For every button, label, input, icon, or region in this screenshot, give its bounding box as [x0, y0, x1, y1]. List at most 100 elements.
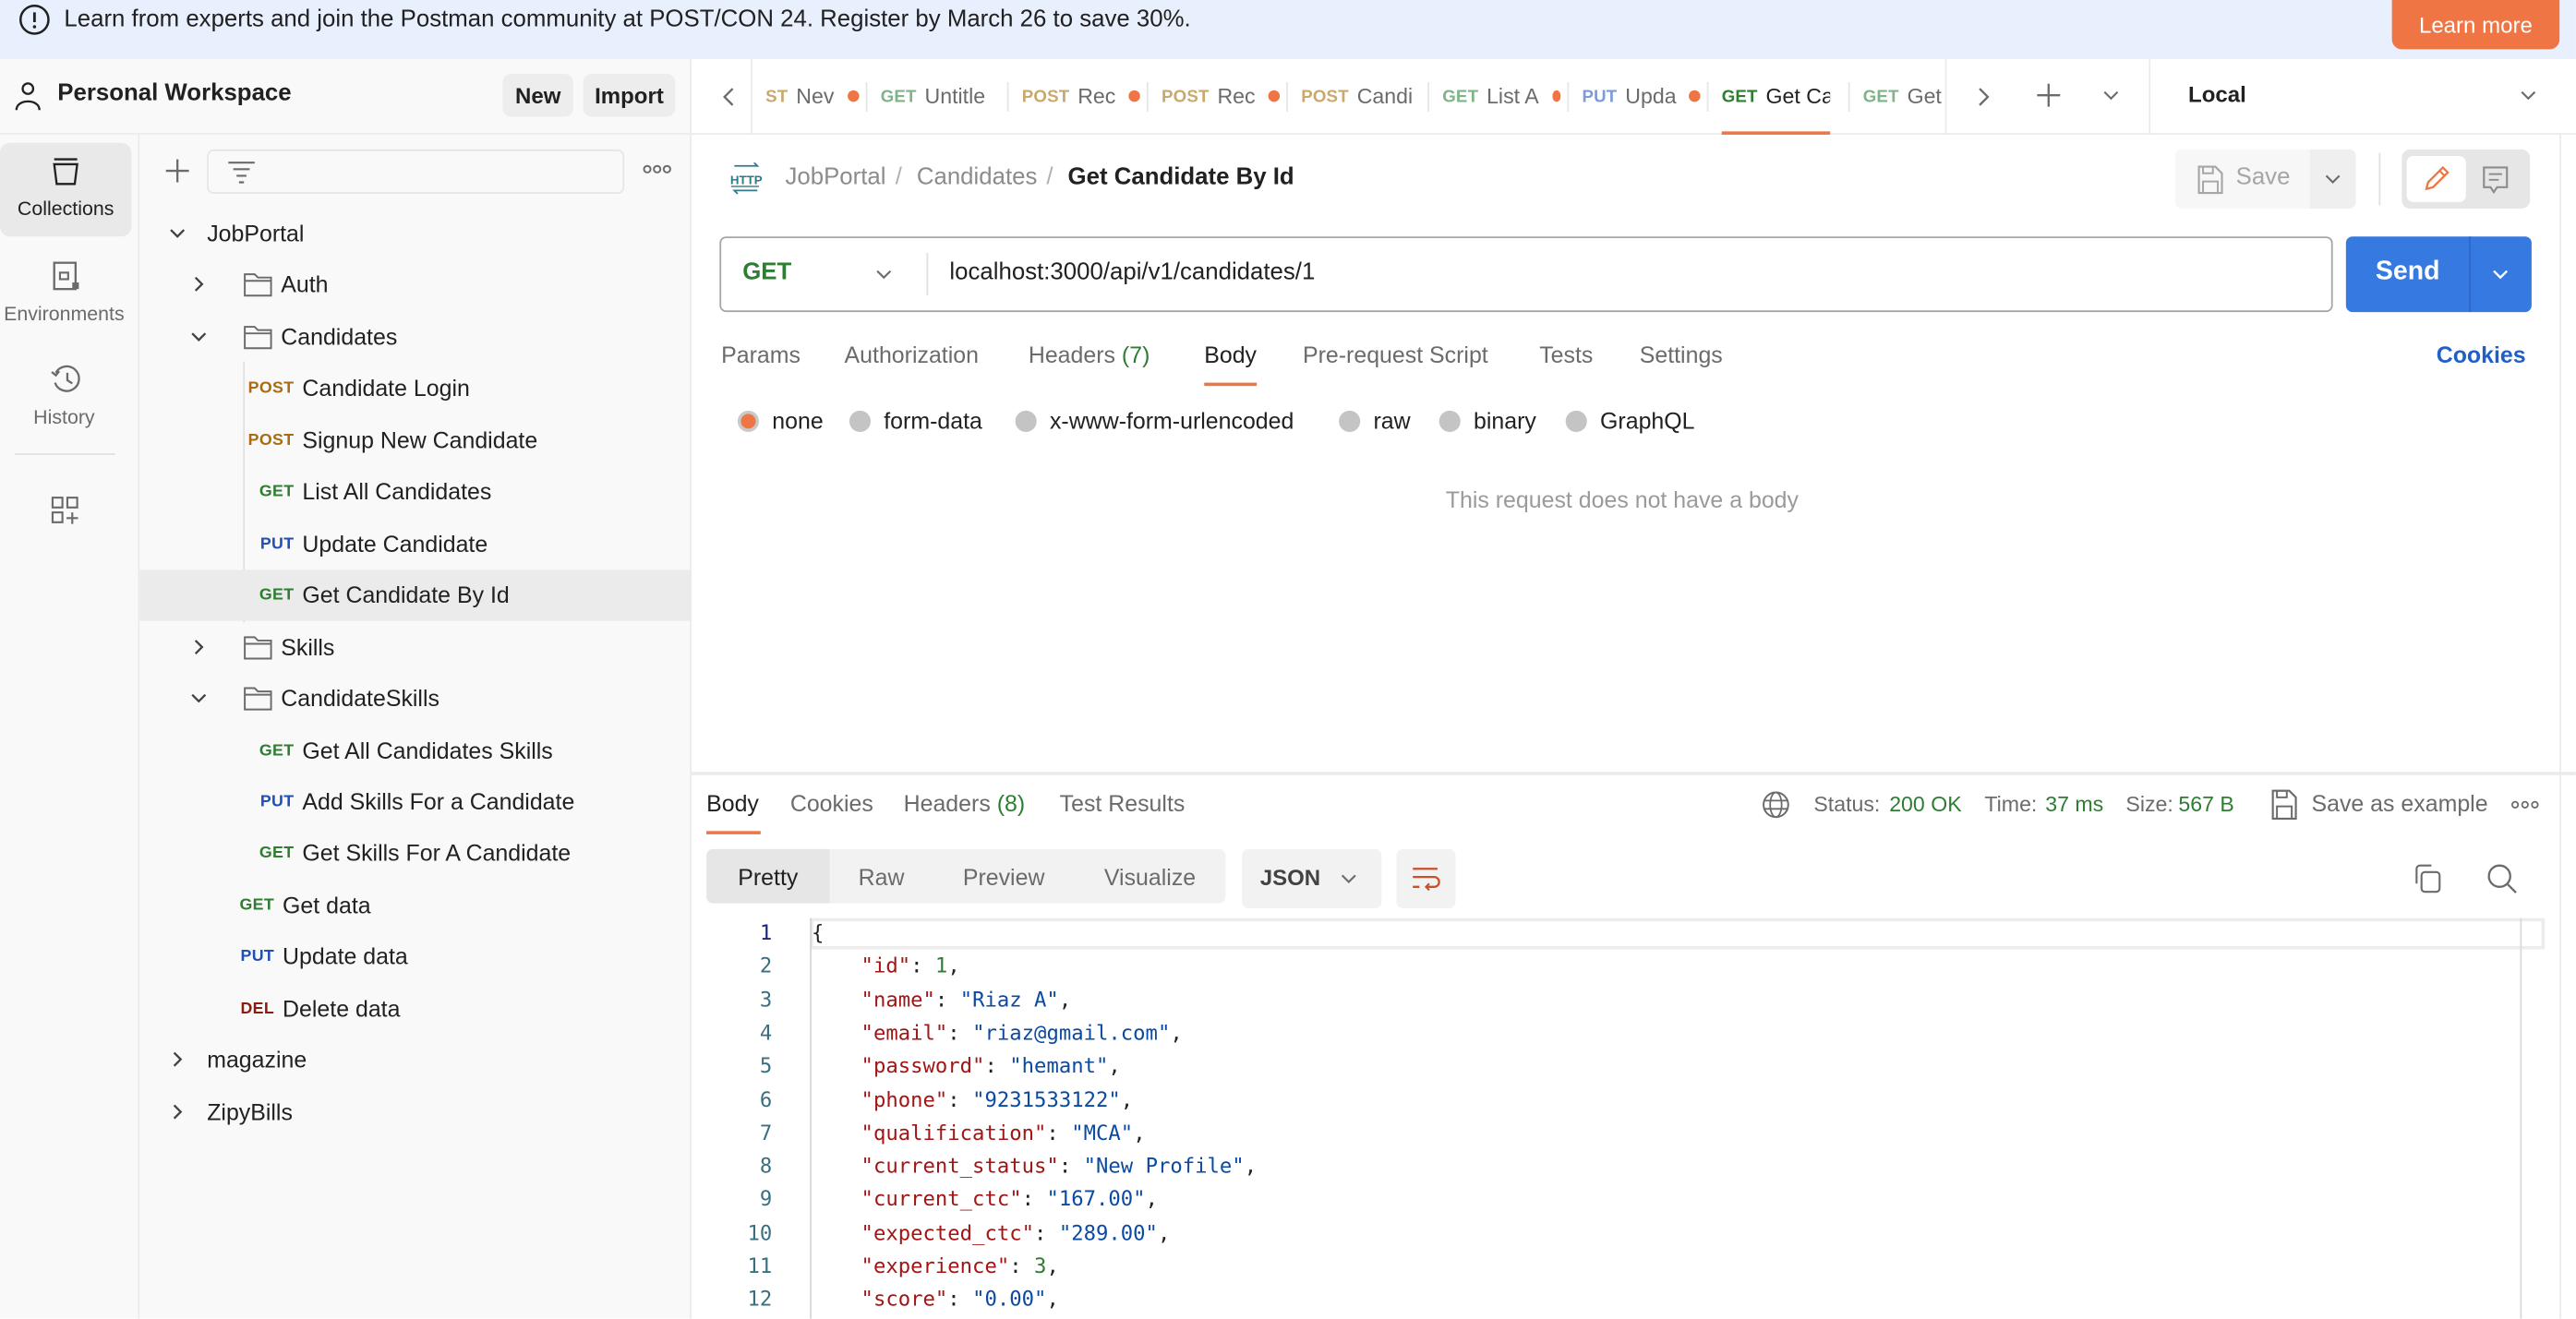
- chevron-down-icon[interactable]: [167, 223, 187, 243]
- collections-search-input[interactable]: [207, 149, 625, 194]
- body-type-option[interactable]: raw: [1339, 407, 1411, 434]
- tree-item-request[interactable]: GET Get Skills For A Candidate: [139, 828, 690, 879]
- new-tab-plus-icon[interactable]: [2034, 80, 2064, 110]
- rail-item-history[interactable]: History: [0, 350, 131, 443]
- request-tab[interactable]: POST Rec: [1022, 59, 1140, 133]
- tree-item-collection[interactable]: JobPortal: [139, 209, 690, 259]
- format-select[interactable]: JSON: [1242, 848, 1382, 908]
- tree-item-request[interactable]: GET List All Candidates: [139, 467, 690, 518]
- tree-item-collection[interactable]: magazine: [139, 1035, 690, 1085]
- chevron-down-icon[interactable]: [189, 327, 209, 346]
- response-tab-headers[interactable]: Headers (8): [904, 790, 1026, 816]
- request-tab[interactable]: ST Nev: [765, 59, 867, 133]
- rail-item-environments[interactable]: Environments: [0, 246, 131, 340]
- add-widget-icon[interactable]: [49, 495, 82, 528]
- size-value[interactable]: 567 B: [2178, 792, 2233, 817]
- chevron-right-icon[interactable]: [167, 1049, 187, 1069]
- request-tab[interactable]: GET Untitle: [881, 59, 996, 133]
- tree-item-request[interactable]: PUT Update Candidate: [139, 519, 690, 570]
- request-tab[interactable]: PUT Upda: [1582, 59, 1701, 133]
- tree-item-folder[interactable]: Skills: [139, 622, 690, 673]
- view-preview[interactable]: Preview: [933, 849, 1075, 904]
- copy-icon[interactable]: [2412, 862, 2445, 895]
- body-type-option[interactable]: GraphQL: [1565, 407, 1695, 434]
- filter-icon[interactable]: [227, 160, 257, 186]
- tree-item-request[interactable]: POST Signup New Candidate: [139, 415, 690, 466]
- tree-item-folder[interactable]: Candidates: [139, 312, 690, 363]
- response-tab-cookies[interactable]: Cookies: [790, 790, 873, 816]
- body-type-option[interactable]: form-data: [849, 407, 982, 434]
- body-type-option[interactable]: x-www-form-urlencoded: [1015, 407, 1294, 434]
- request-tab[interactable]: POST Rec: [1162, 59, 1281, 133]
- edit-mode-button[interactable]: [2406, 156, 2466, 202]
- breadcrumb-collection[interactable]: JobPortal: [786, 164, 886, 190]
- method-select[interactable]: GET: [742, 259, 791, 285]
- send-options-chevron-icon[interactable]: [2489, 263, 2512, 286]
- request-tab[interactable]: GET Get Ca: [1722, 59, 1830, 133]
- rail-item-collections[interactable]: Collections: [0, 142, 132, 237]
- tree-item-request[interactable]: GET Get data: [139, 880, 690, 930]
- request-tab[interactable]: GET Get A: [1863, 59, 1945, 133]
- url-input[interactable]: localhost:3000/api/v1/candidates/1: [949, 259, 1315, 285]
- tabs-scroll-left-icon[interactable]: [718, 82, 741, 112]
- request-tab-body[interactable]: Body: [1204, 342, 1257, 367]
- sidebar-more-options-icon[interactable]: [641, 160, 674, 179]
- view-visualize[interactable]: Visualize: [1075, 849, 1226, 904]
- view-pretty[interactable]: Pretty: [706, 848, 830, 904]
- response-body-editor[interactable]: [810, 917, 2523, 1319]
- workspace-title[interactable]: Personal Workspace: [57, 80, 291, 106]
- chevron-right-icon[interactable]: [167, 1101, 187, 1121]
- tree-item-folder[interactable]: Auth: [139, 260, 690, 311]
- request-tab-pre-request-script[interactable]: Pre-request Script: [1303, 342, 1488, 367]
- comments-icon[interactable]: [2481, 164, 2510, 198]
- search-icon[interactable]: [2486, 862, 2519, 895]
- tree-item-collection[interactable]: ZipyBills: [139, 1086, 690, 1137]
- chevron-right-icon[interactable]: [189, 637, 209, 656]
- cookies-link[interactable]: Cookies: [2437, 342, 2526, 367]
- chevron-down-icon[interactable]: [189, 689, 209, 708]
- radio-button[interactable]: [849, 409, 872, 432]
- globe-icon[interactable]: [1761, 790, 1790, 820]
- request-tab-tests[interactable]: Tests: [1539, 342, 1593, 367]
- body-type-option[interactable]: binary: [1438, 407, 1536, 434]
- request-tab-headers[interactable]: Headers (7): [1029, 342, 1150, 367]
- import-button[interactable]: Import: [583, 74, 676, 117]
- tree-item-request[interactable]: GET Get All Candidates Skills: [139, 725, 690, 776]
- editor-scrollbar-track[interactable]: [2520, 917, 2522, 1319]
- chevron-right-icon[interactable]: [189, 275, 209, 294]
- body-type-option[interactable]: none: [737, 407, 824, 434]
- request-tab-params[interactable]: Params: [721, 342, 800, 367]
- radio-button[interactable]: [1339, 409, 1361, 432]
- response-tab-body[interactable]: Body: [706, 790, 759, 816]
- radio-button[interactable]: [737, 409, 760, 432]
- request-tab[interactable]: POST Candi: [1301, 59, 1419, 133]
- radio-button[interactable]: [1438, 409, 1461, 432]
- tabs-scroll-right-icon[interactable]: [1971, 82, 1994, 112]
- radio-button[interactable]: [1015, 409, 1037, 432]
- new-button[interactable]: New: [502, 74, 573, 117]
- method-chevron-icon[interactable]: [873, 263, 896, 286]
- request-tab-settings[interactable]: Settings: [1640, 342, 1723, 367]
- add-collection-plus-icon[interactable]: [163, 156, 192, 186]
- breadcrumb-folder[interactable]: Candidates: [917, 164, 1038, 190]
- request-tab[interactable]: GET List A: [1442, 59, 1561, 133]
- save-dropdown-button[interactable]: [2309, 149, 2356, 209]
- tree-item-request[interactable]: PUT Update data: [139, 931, 690, 982]
- tree-item-request[interactable]: PUT Add Skills For a Candidate: [139, 776, 690, 827]
- response-tab-test-results[interactable]: Test Results: [1060, 790, 1186, 816]
- tree-item-request[interactable]: POST Candidate Login: [139, 364, 690, 414]
- environment-name[interactable]: Local: [2188, 82, 2246, 107]
- tree-item-request[interactable]: DEL Delete data: [139, 983, 690, 1034]
- wrap-lines-button[interactable]: [1396, 848, 1456, 908]
- view-raw[interactable]: Raw: [830, 849, 933, 904]
- radio-button[interactable]: [1565, 409, 1587, 432]
- tree-item-folder[interactable]: CandidateSkills: [139, 674, 690, 725]
- request-response-divider[interactable]: [692, 772, 2576, 775]
- time-value[interactable]: 37 ms: [2045, 792, 2103, 817]
- tabs-overflow-chevron-icon[interactable]: [2100, 84, 2123, 107]
- response-more-options-icon[interactable]: [2510, 797, 2540, 813]
- save-as-example-button[interactable]: Save as example: [2311, 790, 2487, 816]
- save-button[interactable]: Save: [2174, 149, 2310, 209]
- status-value[interactable]: 200 OK: [1889, 792, 1961, 817]
- send-button[interactable]: Send: [2345, 236, 2532, 313]
